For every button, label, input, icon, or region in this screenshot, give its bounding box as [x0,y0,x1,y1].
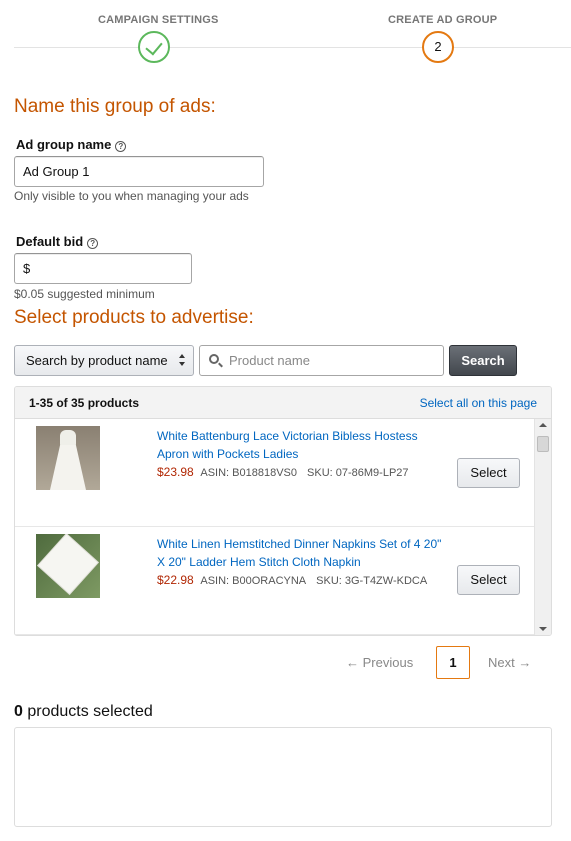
ad-group-name-label-text: Ad group name [16,137,112,152]
results-header: 1-35 of 35 products Select all on this p… [15,387,551,419]
product-list: White Battenburg Lace Victorian Bibless … [15,419,535,635]
help-icon[interactable]: ? [115,141,127,152]
step-label: CAMPAIGN SETTINGS [98,14,219,26]
stepper-line [14,47,571,48]
product-list-scrollbar[interactable] [534,419,551,635]
product-sku: SKU: 07-86M9-LP27 [307,467,409,479]
ad-group-heading: Name this group of ads: [14,96,216,117]
default-bid-input[interactable]: $ [14,253,192,284]
up-down-arrows-icon [179,354,185,366]
selected-products-box [14,727,552,827]
ad-group-name-label: Ad group name? [16,137,127,152]
product-row: White Linen Hemstitched Dinner Napkins S… [15,527,535,635]
product-search-input[interactable]: Product name [199,345,444,376]
default-bid-hint: $0.05 suggested minimum [14,287,155,301]
select-all-link[interactable]: Select all on this page [420,387,537,419]
help-icon[interactable]: ? [87,238,99,249]
product-meta: $22.98 ASIN: B00ORACYNA SKU: 3G-T4ZW-KDC… [157,571,427,590]
default-bid-label-text: Default bid [16,234,84,249]
ad-group-name-input[interactable]: Ad Group 1 [14,156,264,187]
step-number-circle: 2 [422,31,454,63]
dress-skirt-shape [50,445,86,490]
selected-count: 0 [14,703,23,720]
search-by-value: Search by product name [26,353,168,368]
checkmark-icon [145,37,163,56]
product-row: White Battenburg Lace Victorian Bibless … [15,419,535,527]
product-title-link[interactable]: White Battenburg Lace Victorian Bibless … [157,427,447,463]
select-product-button[interactable]: Select [457,565,520,595]
previous-page-link[interactable]: ← Previous [346,646,413,679]
selected-label: products selected [22,703,153,720]
product-price: $23.98 [157,465,194,479]
selected-products-heading: 0 products selected [14,703,153,721]
search-icon [209,354,219,364]
product-title-link[interactable]: White Linen Hemstitched Dinner Napkins S… [157,535,447,571]
step-label: CREATE AD GROUP [388,14,498,26]
search-button[interactable]: Search [449,345,517,376]
progress-stepper: CAMPAIGN SETTINGS CREATE AD GROUP 2 [14,0,571,70]
select-products-heading: Select products to advertise: [14,307,254,328]
search-placeholder: Product name [229,353,310,368]
product-thumbnail[interactable] [36,426,100,490]
step-complete-circle [138,31,170,63]
product-results-panel: 1-35 of 35 products Select all on this p… [14,386,552,636]
step-create-ad-group: CREATE AD GROUP 2 [388,14,498,63]
default-bid-label: Default bid? [16,234,99,249]
next-page-link[interactable]: Next → [488,646,531,679]
ad-group-name-hint: Only visible to you when managing your a… [14,189,249,203]
current-page-number[interactable]: 1 [436,646,470,679]
select-product-button[interactable]: Select [457,458,520,488]
product-asin: ASIN: B018818VS0 [200,467,297,479]
product-meta: $23.98 ASIN: B018818VS0 SKU: 07-86M9-LP2… [157,463,409,482]
product-thumbnail[interactable] [36,534,100,598]
scrollbar-thumb[interactable] [537,436,549,452]
dress-bodice-shape [60,430,76,446]
results-count: 1-35 of 35 products [29,396,140,410]
napkin-shape [38,534,98,594]
product-price: $22.98 [157,573,194,587]
product-sku: SKU: 3G-T4ZW-KDCA [316,575,428,587]
step-campaign-settings[interactable]: CAMPAIGN SETTINGS [98,14,219,63]
product-asin: ASIN: B00ORACYNA [200,575,307,587]
scroll-down-icon[interactable] [539,627,547,631]
scroll-up-icon[interactable] [539,423,547,427]
search-by-dropdown[interactable]: Search by product name [14,345,194,376]
